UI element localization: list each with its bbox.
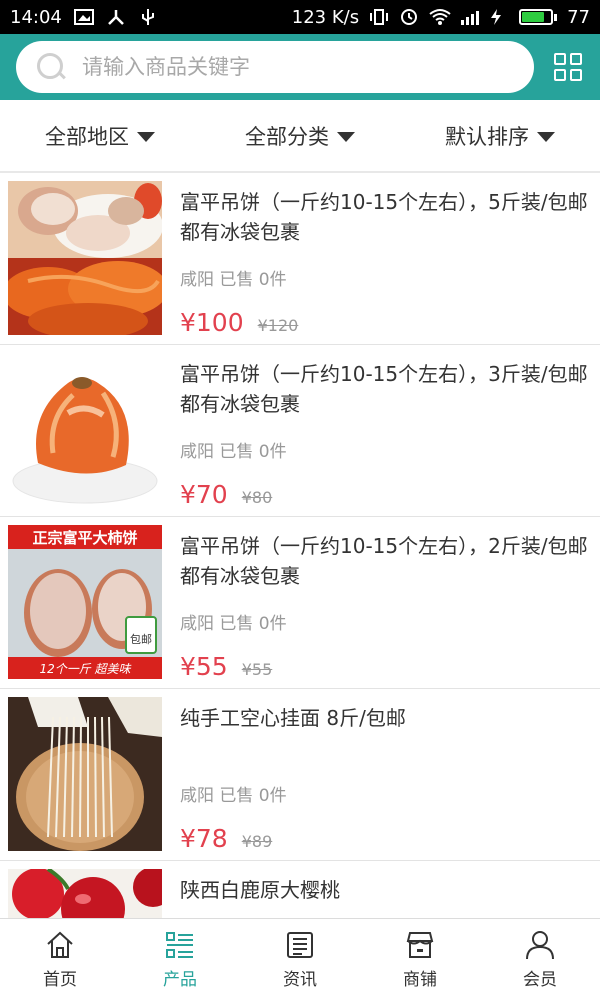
product-original-price: ¥80 (241, 488, 273, 507)
product-meta: 咸阳 已售 0件 (180, 614, 287, 634)
product-title[interactable]: 纯手工空心挂面 8斤/包邮 (180, 703, 592, 763)
tab-member-label: 会员 (523, 970, 557, 990)
product-title[interactable]: 陕西白鹿原大樱桃 (180, 875, 592, 918)
product-item[interactable]: 纯手工空心挂面 8斤/包邮 咸阳 已售 0件 ¥78 ¥89 (0, 689, 600, 861)
product-image[interactable] (8, 181, 162, 335)
charging-icon (489, 8, 509, 26)
product-title[interactable]: 富平吊饼（一斤约10-15个左右），2斤装/包邮都有冰袋包裹 (180, 531, 592, 591)
wifi-icon (429, 8, 451, 26)
product-image[interactable] (8, 697, 162, 851)
image-notification-icon (73, 8, 94, 26)
product-image[interactable]: 正宗富平大柿饼 包邮 12个一斤 超美味 (8, 525, 162, 679)
share-icon (106, 8, 126, 26)
tab-member[interactable]: 会员 (480, 919, 600, 1000)
tab-home[interactable]: 首页 (0, 919, 120, 1000)
product-meta: 咸阳 已售 0件 (180, 442, 287, 462)
network-speed: 123 K/s (291, 6, 360, 28)
tab-products-label: 产品 (163, 970, 197, 990)
caret-down-icon (337, 131, 355, 142)
battery-icon (519, 9, 558, 25)
tab-store-label: 商铺 (403, 970, 437, 990)
alarm-icon (399, 8, 419, 26)
signal-icon (459, 8, 480, 26)
product-item[interactable]: 富平吊饼（一斤约10-15个左右），3斤装/包邮都有冰袋包裹 咸阳 已售 0件 … (0, 345, 600, 517)
user-icon (526, 931, 554, 960)
filter-bar: 全部地区 全部分类 默认排序 (0, 100, 600, 172)
image-caption-text: 12个一斤 超美味 (39, 662, 131, 676)
tab-news[interactable]: 资讯 (240, 919, 360, 1000)
search-bar[interactable] (16, 41, 534, 93)
search-input[interactable] (82, 55, 502, 79)
usb-icon (138, 8, 158, 26)
tab-products[interactable]: 产品 (120, 919, 240, 1000)
tab-store[interactable]: 商铺 (360, 919, 480, 1000)
category-grid-icon[interactable] (554, 53, 582, 81)
product-price: ¥78 (180, 824, 228, 853)
product-image[interactable] (8, 353, 162, 507)
product-original-price: ¥55 (241, 660, 273, 679)
product-original-price: ¥89 (241, 832, 273, 851)
news-icon (287, 932, 313, 958)
store-icon (406, 932, 434, 958)
bottom-tab-bar: 首页 产品 资讯 商铺 会员 (0, 918, 600, 1000)
product-meta: 咸阳 已售 0件 (180, 786, 287, 806)
filter-sort-label: 默认排序 (445, 124, 529, 149)
product-price: ¥100 (180, 308, 244, 337)
product-image[interactable] (8, 869, 162, 918)
product-list[interactable]: 富平吊饼（一斤约10-15个左右），5斤装/包邮都有冰袋包裹 咸阳 已售 0件 … (0, 172, 600, 918)
product-item[interactable]: 富平吊饼（一斤约10-15个左右），5斤装/包邮都有冰袋包裹 咸阳 已售 0件 … (0, 173, 600, 345)
filter-category[interactable]: 全部分类 (200, 121, 400, 151)
filter-region-label: 全部地区 (45, 124, 129, 149)
tab-news-label: 资讯 (283, 970, 317, 990)
product-item[interactable]: 陕西白鹿原大樱桃 (0, 861, 600, 918)
caret-down-icon (537, 131, 555, 142)
status-time: 14:04 (10, 6, 62, 28)
tab-home-label: 首页 (43, 970, 77, 990)
home-icon (47, 931, 73, 958)
image-banner-text: 正宗富平大柿饼 (32, 529, 137, 547)
list-icon (166, 932, 193, 958)
filter-category-label: 全部分类 (245, 124, 329, 149)
filter-region[interactable]: 全部地区 (0, 121, 200, 151)
product-original-price: ¥120 (257, 316, 299, 335)
product-meta: 咸阳 已售 0件 (180, 270, 287, 290)
battery-percent: 77 (567, 6, 590, 28)
caret-down-icon (137, 131, 155, 142)
product-price: ¥70 (180, 480, 228, 509)
vibrate-icon (369, 8, 389, 26)
product-item[interactable]: 正宗富平大柿饼 包邮 12个一斤 超美味 富平吊饼（一斤约10-15个左右），2… (0, 517, 600, 689)
status-bar: 14:04 123 K/s 77 (0, 0, 600, 34)
search-icon (36, 52, 66, 82)
image-badge-text: 包邮 (130, 633, 152, 646)
product-title[interactable]: 富平吊饼（一斤约10-15个左右），5斤装/包邮都有冰袋包裹 (180, 187, 592, 247)
header (0, 34, 600, 100)
product-title[interactable]: 富平吊饼（一斤约10-15个左右），3斤装/包邮都有冰袋包裹 (180, 359, 592, 419)
product-price: ¥55 (180, 652, 228, 681)
filter-sort[interactable]: 默认排序 (400, 121, 600, 151)
